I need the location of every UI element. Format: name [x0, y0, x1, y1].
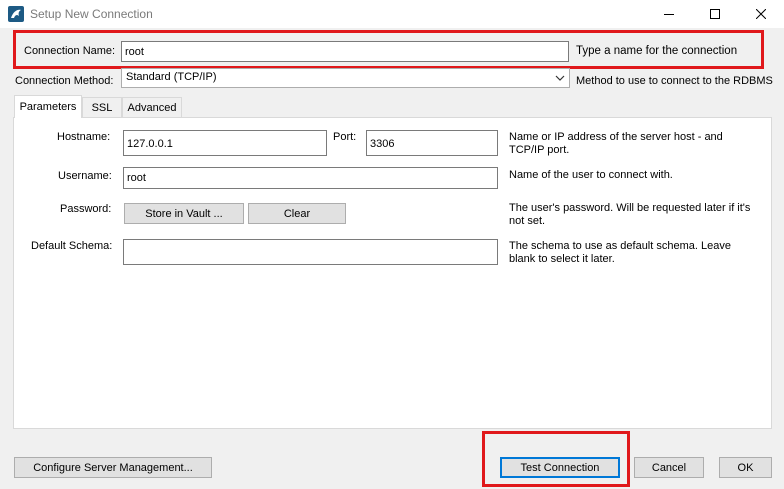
parameters-panel — [13, 117, 772, 429]
username-label: Username: — [58, 170, 112, 182]
tab-parameters[interactable]: Parameters — [14, 95, 82, 118]
mysql-dolphin-icon — [8, 6, 24, 22]
hostname-label: Hostname: — [57, 131, 111, 143]
default-schema-hint: The schema to use as default schema. Lea… — [509, 240, 731, 265]
title-bar: Setup New Connection — [0, 0, 784, 28]
default-schema-label: Default Schema: — [31, 240, 113, 252]
port-input[interactable] — [366, 130, 498, 156]
hostname-hint: Name or IP address of the server host - … — [509, 131, 723, 156]
cancel-button[interactable]: Cancel — [634, 457, 704, 478]
hostname-input[interactable] — [123, 130, 327, 156]
port-label: Port: — [333, 131, 357, 143]
password-hint: The user's password. Will be requested l… — [509, 202, 751, 227]
maximize-button[interactable] — [692, 0, 738, 28]
username-hint: Name of the user to connect with. — [509, 169, 673, 181]
ok-button[interactable]: OK — [719, 457, 772, 478]
default-schema-input[interactable] — [123, 239, 498, 265]
connection-method-hint: Method to use to connect to the RDBMS — [576, 75, 773, 87]
connection-method-select[interactable]: Standard (TCP/IP) — [121, 68, 570, 88]
configure-server-management-button[interactable]: Configure Server Management... — [14, 457, 212, 478]
maximize-icon — [710, 9, 720, 19]
chevron-down-icon — [555, 73, 565, 85]
close-button[interactable] — [738, 0, 784, 28]
username-input[interactable] — [123, 167, 498, 189]
highlight-test-connection — [482, 431, 630, 487]
connection-method-value: Standard (TCP/IP) — [126, 71, 217, 83]
store-in-vault-button[interactable]: Store in Vault ... — [124, 203, 244, 224]
minimize-button[interactable] — [646, 0, 692, 28]
minimize-icon — [664, 14, 674, 15]
tab-advanced[interactable]: Advanced — [122, 97, 182, 117]
window-title: Setup New Connection — [30, 7, 153, 21]
highlight-connection-name — [13, 30, 764, 69]
clear-password-button[interactable]: Clear — [248, 203, 346, 224]
tab-ssl[interactable]: SSL — [82, 97, 122, 117]
connection-method-label: Connection Method: — [15, 75, 114, 87]
close-icon — [756, 9, 766, 19]
password-label: Password: — [60, 203, 112, 215]
